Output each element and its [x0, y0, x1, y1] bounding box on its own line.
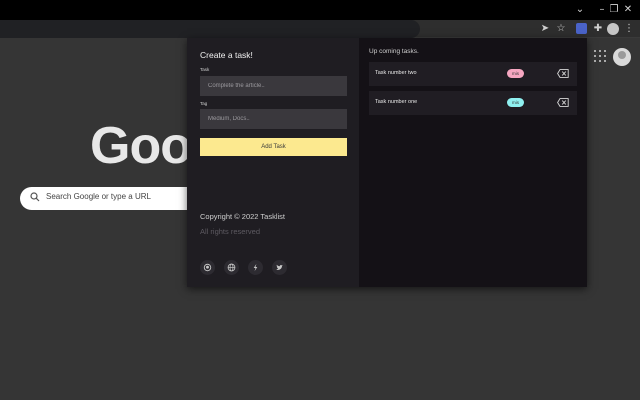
upcoming-tasks-panel: Up coming tasks. Task number two mis Tas… [359, 38, 587, 287]
dev-icon[interactable] [248, 260, 263, 275]
send-icon[interactable]: ➤ [538, 22, 552, 36]
google-account-avatar[interactable] [613, 48, 631, 66]
extensions-puzzle-icon[interactable]: ✚ [591, 22, 605, 36]
menu-kebab-icon[interactable]: ⋮ [622, 22, 636, 36]
rights-text: All rights reserved [200, 227, 261, 236]
task-item: Task number one mis [369, 91, 577, 115]
upcoming-tasks-title: Up coming tasks. [369, 48, 419, 55]
create-task-panel: Create a task! Task Tag Add Task Copyrig… [187, 38, 359, 287]
google-search-box[interactable]: Search Google or type a URL [20, 187, 200, 210]
window-titlebar: ⌄ – ❐ ✕ [0, 0, 640, 20]
google-apps-icon[interactable] [594, 50, 606, 62]
task-label: Task [200, 67, 210, 72]
profile-avatar[interactable] [607, 23, 619, 35]
github-icon[interactable] [200, 260, 215, 275]
delete-task-icon[interactable] [557, 98, 569, 107]
close-window-icon[interactable]: ✕ [620, 3, 636, 17]
tag-label: Tag [200, 101, 208, 106]
task-input[interactable] [200, 76, 347, 96]
task-tag-badge: mis [507, 98, 524, 107]
bookmark-star-icon[interactable]: ☆ [554, 22, 568, 36]
twitter-icon[interactable] [272, 260, 287, 275]
tasklist-extension-icon[interactable] [576, 23, 587, 34]
copyright-text: Copyright © 2022 Tasklist [200, 212, 286, 221]
delete-task-icon[interactable] [557, 69, 569, 78]
globe-icon[interactable] [224, 260, 239, 275]
add-task-button[interactable]: Add Task [200, 138, 347, 156]
search-icon [30, 192, 40, 202]
create-task-title: Create a task! [200, 50, 253, 60]
google-search-placeholder: Search Google or type a URL [46, 192, 151, 201]
omnibox[interactable] [0, 20, 420, 38]
tab-search-icon[interactable]: ⌄ [572, 3, 588, 17]
task-item: Task number two mis [369, 62, 577, 86]
tag-input[interactable] [200, 109, 347, 129]
tasklist-popup: Create a task! Task Tag Add Task Copyrig… [187, 38, 587, 287]
task-tag-badge: mis [507, 69, 524, 78]
task-name: Task number two [375, 70, 417, 76]
task-name: Task number one [375, 99, 418, 105]
